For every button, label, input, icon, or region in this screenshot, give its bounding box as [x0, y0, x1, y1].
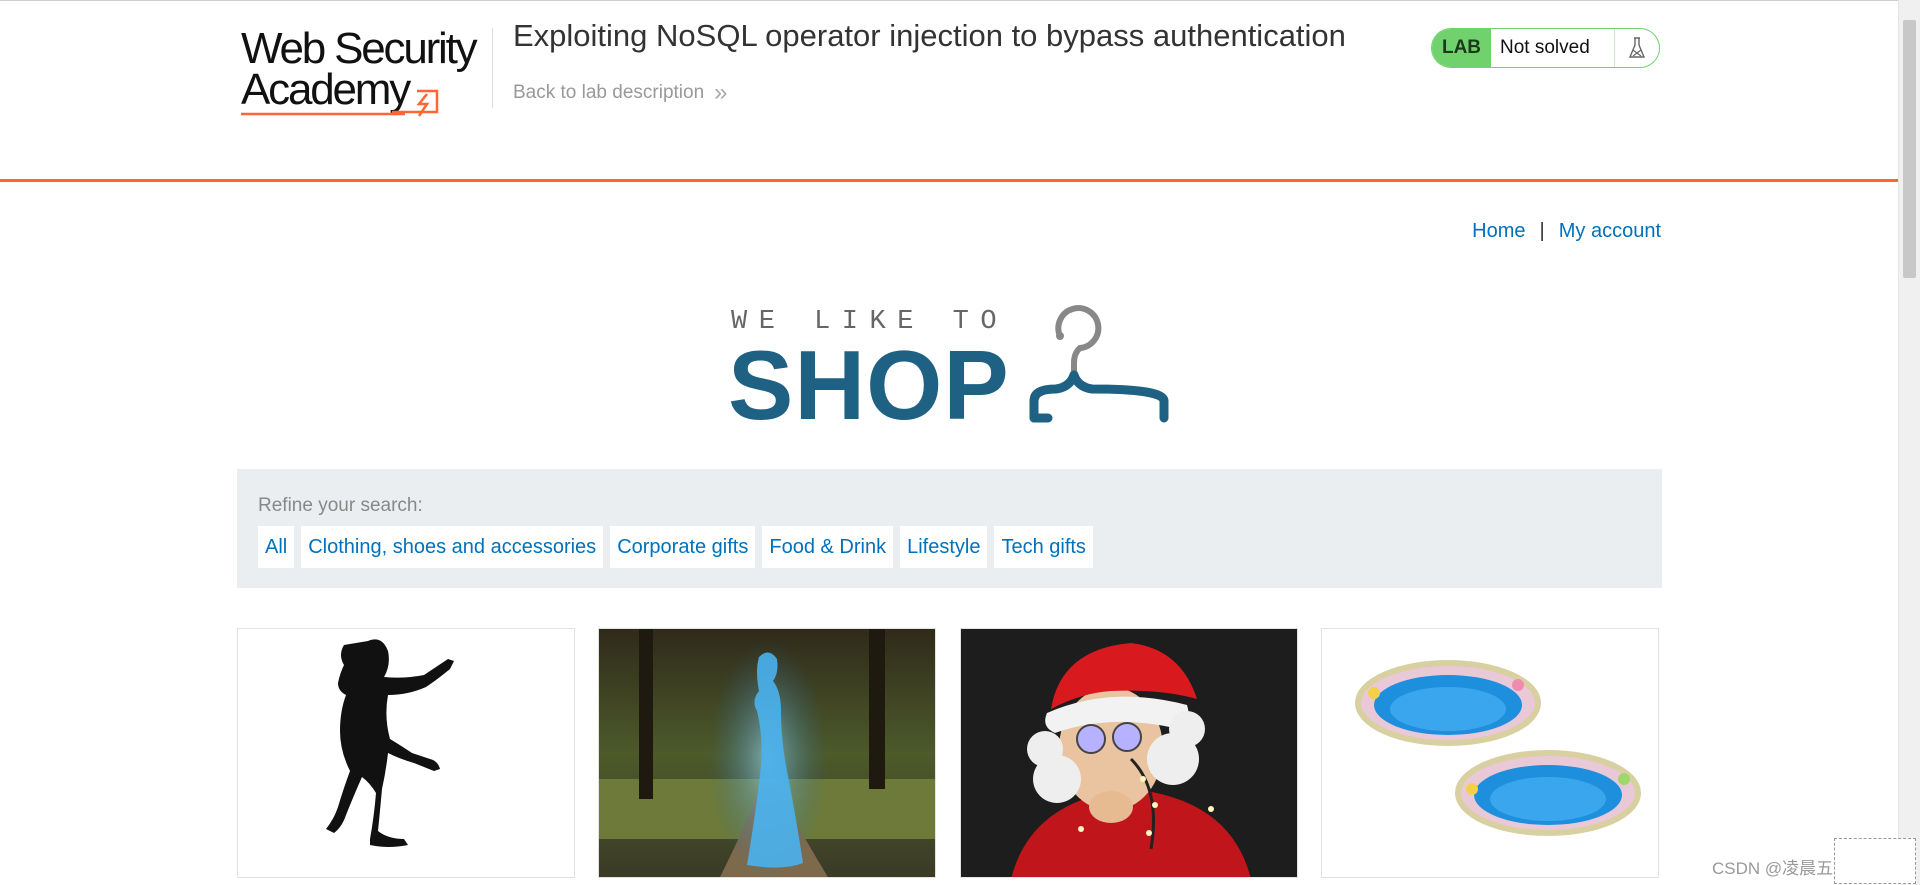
shop-word: SHOP: [728, 330, 1010, 440]
category-clothing[interactable]: Clothing, shoes and accessories: [301, 526, 604, 568]
glowing-ghost-woman-in-park-image: [599, 629, 935, 877]
product-card[interactable]: [598, 628, 936, 878]
category-all[interactable]: All: [258, 526, 295, 568]
man-in-santa-hat-with-fairy-lights-image: [961, 629, 1297, 877]
page-scrollbar[interactable]: [1898, 0, 1920, 885]
category-list: All Clothing, shoes and accessories Corp…: [258, 526, 1093, 568]
silhouette-figure-image: [238, 629, 574, 877]
product-card[interactable]: [237, 628, 575, 878]
lab-title: Exploiting NoSQL operator injection to b…: [513, 18, 1346, 53]
category-food-drink[interactable]: Food & Drink: [762, 526, 894, 568]
product-card[interactable]: [960, 628, 1298, 878]
floating-widget[interactable]: [1834, 838, 1916, 884]
category-tech-gifts[interactable]: Tech gifts: [994, 526, 1093, 568]
back-to-lab-description-link[interactable]: Back to lab description »: [513, 81, 728, 105]
top-border: [0, 0, 1898, 1]
shop-nav: Home | My account: [1472, 220, 1661, 243]
back-link-label: Back to lab description: [513, 82, 705, 103]
my-account-link[interactable]: My account: [1559, 220, 1661, 243]
search-filters: Refine your search: All Clothing, shoes …: [237, 469, 1662, 588]
hanger-icon: [1029, 305, 1169, 423]
home-link[interactable]: Home: [1472, 220, 1525, 243]
lab-state: Not solved: [1500, 37, 1590, 58]
header-divider: [492, 28, 493, 108]
nav-separator: |: [1539, 220, 1545, 242]
we-like-to-shop-logo: WE LIKE TO SHOP: [728, 303, 1170, 440]
category-corporate-gifts[interactable]: Corporate gifts: [610, 526, 756, 568]
logo-lightning-icon: [241, 89, 439, 117]
product-card[interactable]: [1321, 628, 1659, 878]
category-lifestyle[interactable]: Lifestyle: [900, 526, 988, 568]
header-orange-rule: [0, 179, 1898, 182]
web-security-academy-logo[interactable]: Web Security Academy: [237, 24, 489, 120]
filters-label: Refine your search:: [258, 495, 423, 516]
flask-icon[interactable]: [1614, 29, 1659, 67]
double-chevron-right-icon: »: [714, 79, 728, 106]
lab-status-widget[interactable]: LAB Not solved: [1431, 28, 1660, 68]
lab-badge: LAB: [1432, 29, 1491, 67]
two-inflatable-paddling-pools-image: [1322, 629, 1658, 877]
scrollbar-thumb[interactable]: [1903, 20, 1916, 278]
